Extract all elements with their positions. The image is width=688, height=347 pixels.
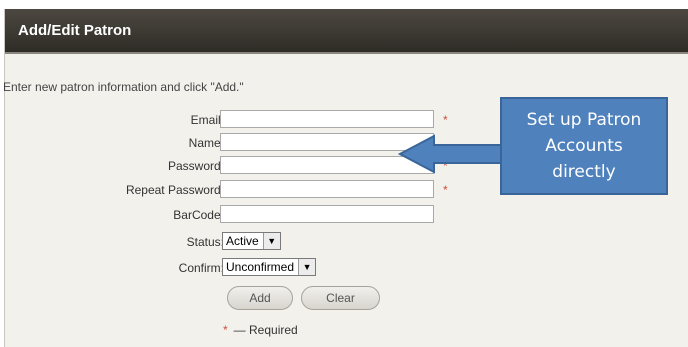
email-label: Email: [190, 113, 224, 127]
barcode-field[interactable] [220, 205, 434, 223]
email-required-marker: * [443, 113, 448, 127]
callout-line-3: directly [552, 162, 616, 182]
status-row: Status: Active ▼ [0, 232, 688, 252]
intro-text: Enter new patron information and click "… [3, 80, 244, 94]
password-label: Password: [167, 159, 224, 173]
chevron-down-icon[interactable]: ▼ [298, 259, 316, 275]
required-legend-text: — Required [233, 323, 298, 337]
status-value: Active [226, 234, 259, 248]
repeat-password-label: Repeat Password: [125, 183, 224, 197]
confirm-label: Confirm: [178, 261, 224, 275]
barcode-label: BarCode: [173, 208, 224, 222]
panel-header: Add/Edit Patron [5, 9, 688, 54]
callout-box: Set up Patron Accounts directly [500, 97, 668, 195]
callout-line-1: Set up Patron [526, 110, 642, 130]
repeat-password-required-marker: * [443, 183, 448, 197]
confirm-row: Confirm: Unconfirmed ▼ [0, 258, 688, 278]
chevron-down-icon[interactable]: ▼ [262, 233, 280, 249]
status-label: Status: [186, 235, 224, 249]
callout-line-2: Accounts [545, 136, 623, 156]
required-legend: * — Required [223, 323, 298, 337]
confirm-value: Unconfirmed [226, 260, 295, 274]
name-label: Name: [188, 136, 224, 150]
clear-button[interactable]: Clear [301, 286, 380, 310]
confirm-select[interactable]: Unconfirmed ▼ [222, 258, 317, 276]
page-title: Add/Edit Patron [18, 22, 132, 39]
required-star: * [223, 323, 228, 337]
repeat-password-field[interactable] [220, 180, 434, 198]
barcode-row: BarCode: [0, 205, 688, 225]
status-select[interactable]: Active ▼ [222, 232, 281, 250]
callout-arrow [398, 134, 503, 174]
email-field[interactable] [220, 110, 434, 128]
add-button[interactable]: Add [227, 286, 293, 310]
